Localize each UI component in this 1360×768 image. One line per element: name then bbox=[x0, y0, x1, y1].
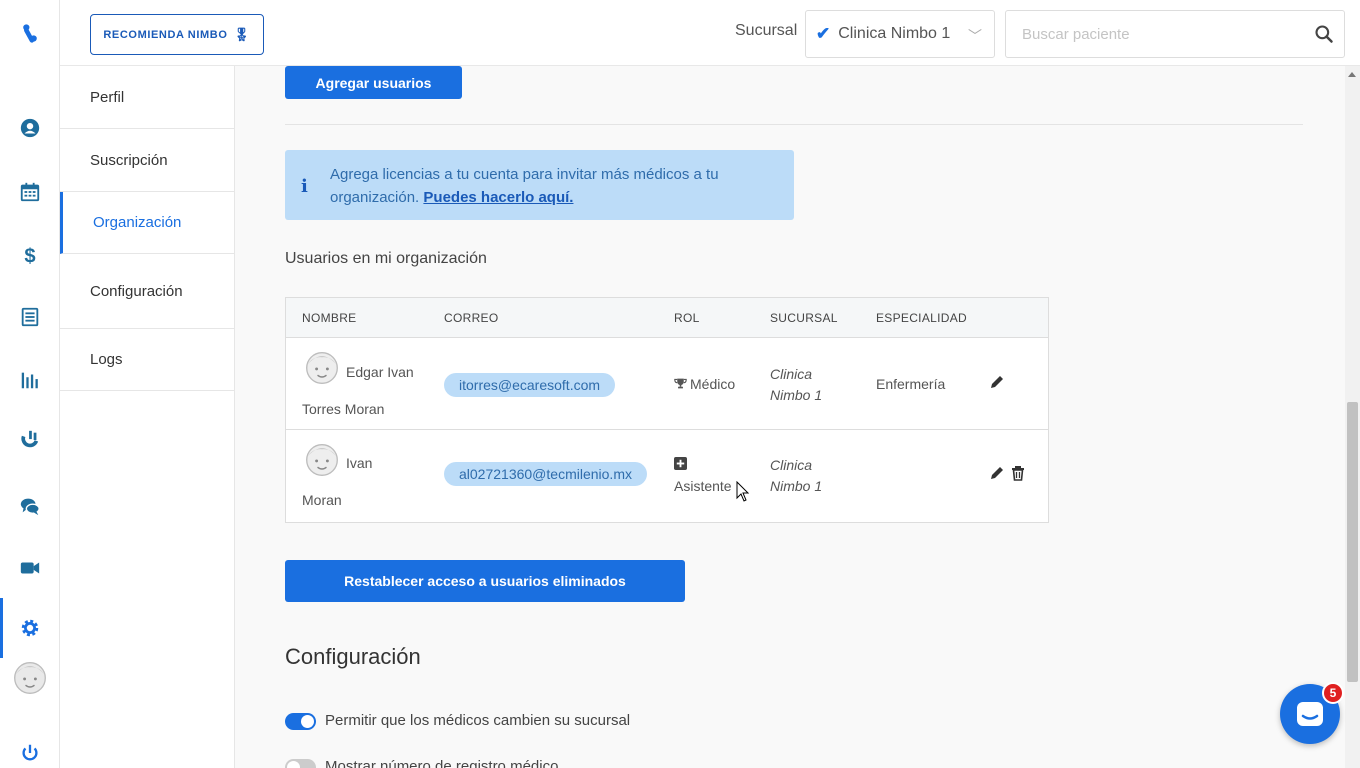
magnet-icon[interactable] bbox=[0, 415, 60, 465]
mouse-cursor-icon bbox=[736, 481, 750, 502]
subnav-item-organizacion[interactable]: Organización bbox=[60, 192, 235, 254]
table-row: Ivan Moran al02721360@tecmilenio.mx Asis… bbox=[286, 430, 1048, 522]
subnav-item-configuracion[interactable]: Configuración bbox=[60, 254, 235, 329]
subnav-item-perfil[interactable]: Perfil bbox=[60, 66, 235, 129]
info-text: Agrega licencias a tu cuenta para invita… bbox=[330, 163, 770, 209]
sucursal-line-2: Nimbo 1 bbox=[770, 478, 823, 494]
settings-subnav: Perfil Suscripción Organización Configur… bbox=[60, 66, 235, 768]
config-section-title: Configuración bbox=[285, 644, 421, 669]
svg-text:$: $ bbox=[24, 245, 35, 266]
avatar bbox=[306, 352, 338, 384]
toggle-change-sucursal[interactable] bbox=[285, 713, 316, 730]
chat-widget-icon bbox=[1297, 702, 1323, 726]
pencil-icon[interactable] bbox=[989, 374, 1005, 390]
sucursal-label: Sucursal bbox=[735, 22, 798, 39]
recommend-label: RECOMIENDA NIMBO bbox=[103, 28, 228, 41]
toggle-label: Permitir que los médicos cambien su sucu… bbox=[325, 712, 631, 729]
user-email: itorres@ecaresoft.com bbox=[444, 373, 616, 397]
video-icon[interactable] bbox=[0, 543, 60, 593]
subnav-item-logs[interactable]: Logs bbox=[60, 329, 235, 391]
subnav-item-suscripcion[interactable]: Suscripción bbox=[60, 129, 235, 192]
avatar[interactable] bbox=[0, 653, 60, 703]
user-especialidad: Enfermería bbox=[876, 376, 946, 392]
toggle-label: Mostrar número de registro médico bbox=[325, 758, 559, 768]
col-rol: ROL bbox=[674, 311, 700, 325]
divider bbox=[285, 124, 1303, 125]
table-header: NOMBRE CORREO ROL SUCURSAL ESPECIALIDAD bbox=[286, 298, 1048, 338]
main-scrollbar[interactable] bbox=[1345, 66, 1360, 768]
scroll-up-arrow[interactable] bbox=[1348, 72, 1356, 77]
restore-deleted-users-button[interactable]: Restablecer acceso a usuarios eliminados bbox=[285, 560, 685, 602]
col-especialidad: ESPECIALIDAD bbox=[876, 311, 967, 325]
users-table: NOMBRE CORREO ROL SUCURSAL ESPECIALIDAD … bbox=[285, 297, 1049, 523]
users-section-title: Usuarios en mi organización bbox=[285, 250, 487, 267]
trophy-icon bbox=[674, 378, 687, 389]
list-icon[interactable] bbox=[0, 292, 60, 342]
sucursal-line-2: Nimbo 1 bbox=[770, 387, 823, 403]
chat-notification-badge: 5 bbox=[1322, 682, 1344, 704]
search-icon[interactable] bbox=[1314, 24, 1334, 44]
chart-icon[interactable] bbox=[0, 355, 60, 405]
add-users-button[interactable]: Agregar usuarios bbox=[285, 66, 462, 99]
medal-icon: 🎖 bbox=[233, 26, 251, 42]
user-first-name: Ivan bbox=[346, 455, 373, 471]
check-icon: ✔ bbox=[816, 24, 831, 43]
scroll-thumb[interactable] bbox=[1347, 402, 1358, 682]
top-bar: RECOMIENDA NIMBO 🎖 Sucursal ✔ Clinica Ni… bbox=[60, 0, 1360, 66]
col-correo: CORREO bbox=[444, 311, 499, 325]
chat-icon[interactable] bbox=[0, 481, 60, 531]
calendar-icon[interactable] bbox=[0, 167, 60, 217]
user-role: Médico bbox=[674, 376, 735, 392]
sucursal-select[interactable]: ✔ Clinica Nimbo 1 ﹀ bbox=[805, 10, 995, 58]
sucursal-line-1: Clinica bbox=[770, 457, 813, 473]
toggle-show-registro[interactable] bbox=[285, 759, 316, 768]
patient-search bbox=[1005, 10, 1345, 58]
avatar bbox=[306, 444, 338, 476]
power-icon[interactable] bbox=[0, 728, 60, 768]
col-nombre: NOMBRE bbox=[302, 311, 357, 325]
app-window: $ RECOMIENDA NIMBO 🎖 Sucursal ✔ Clinica … bbox=[0, 0, 1360, 768]
main-nav-rail: $ bbox=[0, 0, 60, 768]
user-first-name: Edgar Ivan bbox=[346, 364, 414, 380]
table-row: Edgar Ivan Torres Moran itorres@ecaresof… bbox=[286, 338, 1048, 430]
user-sucursal: Clinica Nimbo 1 bbox=[770, 455, 822, 497]
organization-panel: Agregar usuarios i Agrega licencias a tu… bbox=[235, 66, 1345, 768]
info-link[interactable]: Puedes hacerlo aquí. bbox=[423, 189, 573, 206]
recommend-nimbo-button[interactable]: RECOMIENDA NIMBO 🎖 bbox=[90, 14, 264, 55]
user-last-name: Torres Moran bbox=[302, 401, 385, 417]
dollar-icon[interactable]: $ bbox=[0, 230, 60, 280]
chevron-down-icon: ﹀ bbox=[968, 28, 982, 44]
gear-icon[interactable] bbox=[0, 598, 60, 658]
info-icon: i bbox=[301, 176, 308, 197]
logo-icon[interactable] bbox=[0, 8, 60, 58]
pencil-icon[interactable] bbox=[989, 465, 1005, 481]
trash-icon[interactable] bbox=[1010, 465, 1026, 481]
sucursal-line-1: Clinica bbox=[770, 366, 813, 382]
role-label: Asistente bbox=[674, 478, 732, 494]
plus-square-icon bbox=[674, 457, 687, 470]
license-info-alert: i Agrega licencias a tu cuenta para invi… bbox=[285, 150, 794, 220]
search-input[interactable] bbox=[1006, 11, 1296, 57]
role-label: Médico bbox=[690, 376, 736, 392]
user-email: al02721360@tecmilenio.mx bbox=[444, 462, 647, 486]
user-icon[interactable] bbox=[0, 103, 60, 153]
user-sucursal: Clinica Nimbo 1 bbox=[770, 364, 822, 406]
sucursal-value: Clinica Nimbo 1 bbox=[838, 25, 951, 42]
user-last-name: Moran bbox=[302, 492, 342, 508]
col-sucursal: SUCURSAL bbox=[770, 311, 838, 325]
